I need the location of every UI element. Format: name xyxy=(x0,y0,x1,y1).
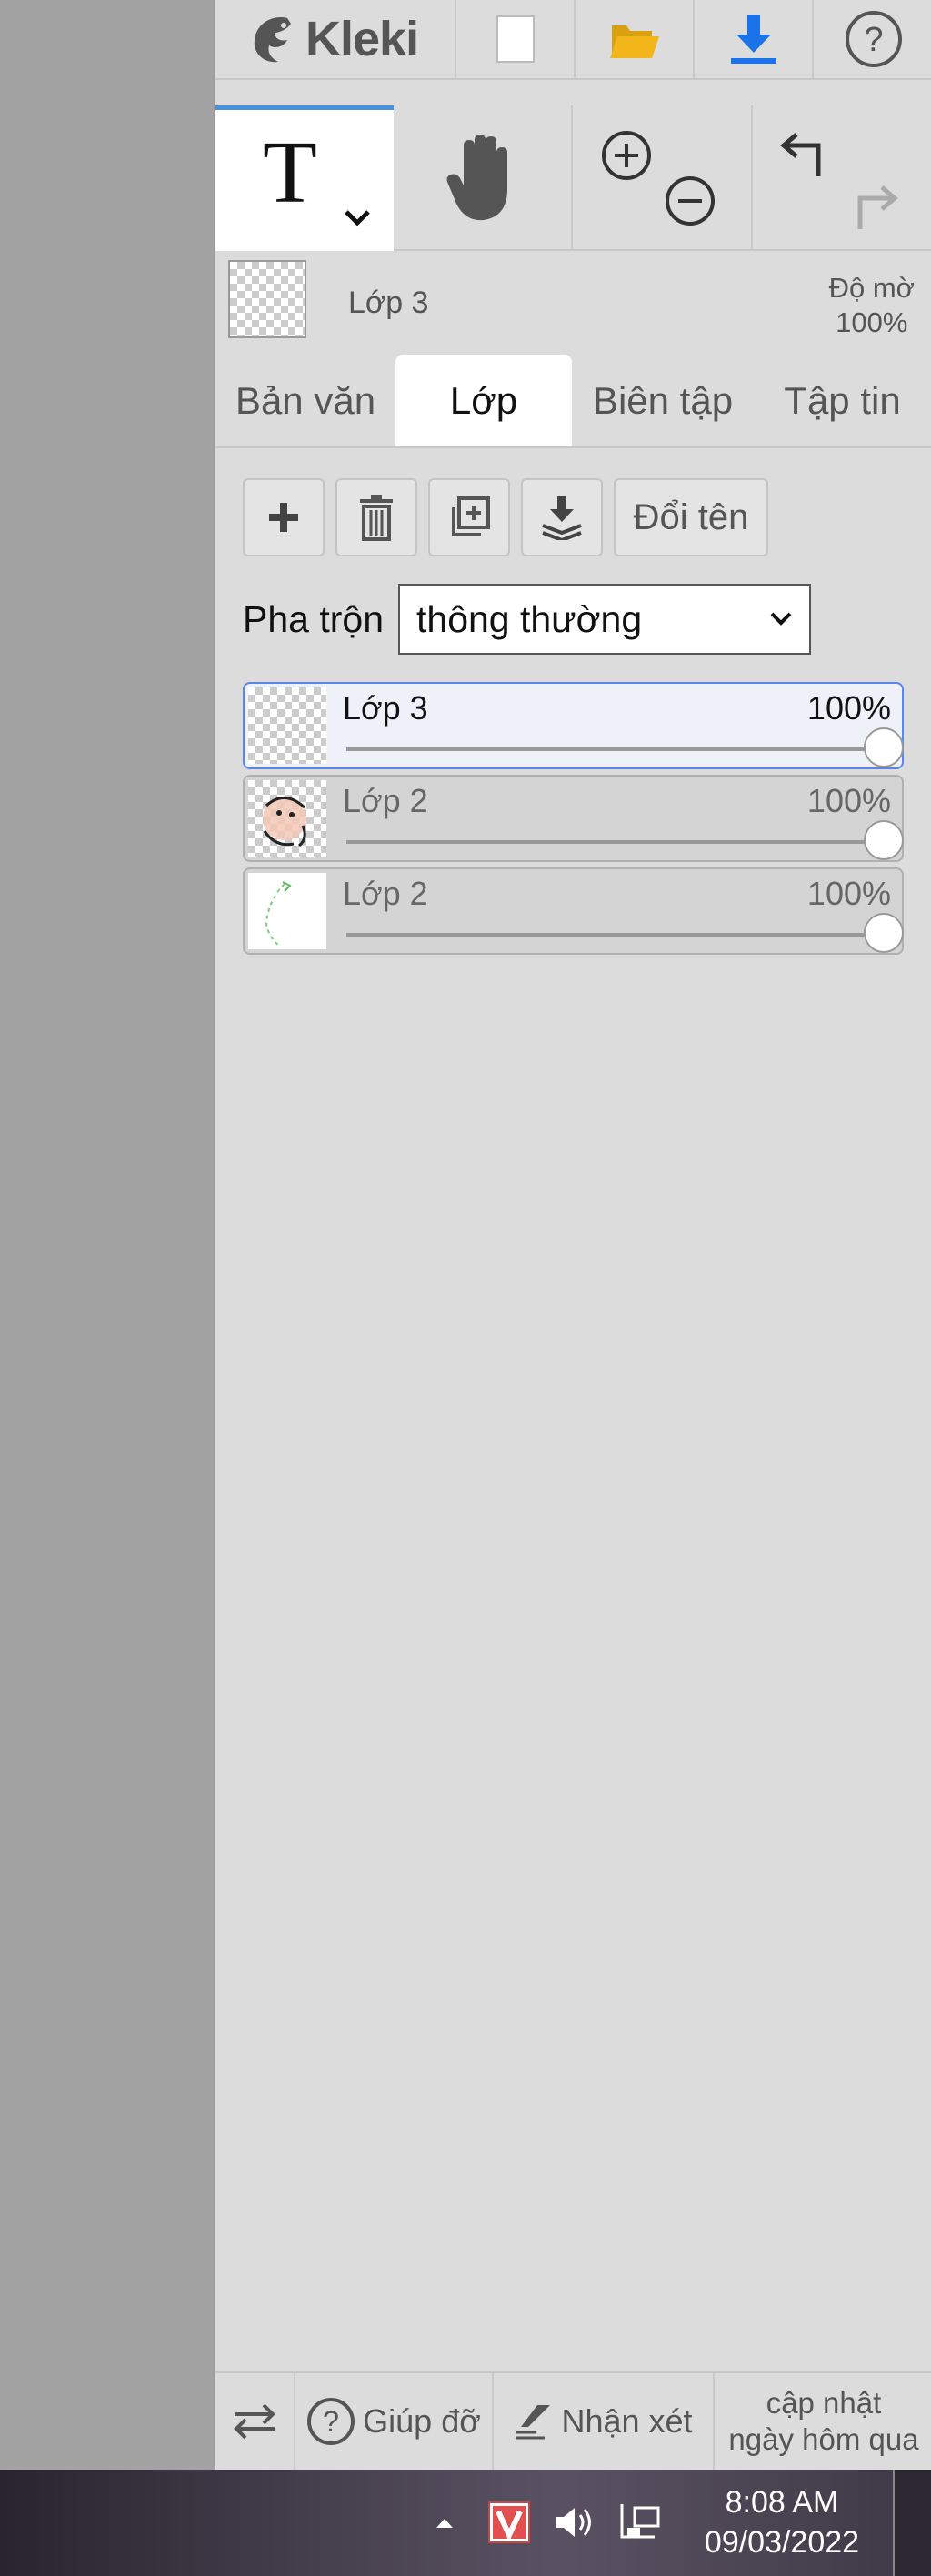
help-link[interactable]: ? Giúp đỡ xyxy=(295,2373,494,2470)
layer-opacity: 100% xyxy=(806,875,891,912)
clock-date: 09/03/2022 xyxy=(704,2525,860,2560)
layer-thumbnail xyxy=(248,687,326,764)
slider-knob[interactable] xyxy=(864,727,904,767)
slider-knob[interactable] xyxy=(864,820,904,860)
drawing-canvas[interactable] xyxy=(0,0,214,2470)
clock-time: 8:08 AM xyxy=(725,2485,839,2520)
chevron-down-icon[interactable] xyxy=(343,208,372,228)
current-layer-name: Lớp 3 xyxy=(348,286,429,320)
feedback-label: Nhận xét xyxy=(561,2402,693,2440)
undo-redo-controls xyxy=(753,105,931,251)
help-button[interactable]: ? xyxy=(814,0,931,79)
plus-icon xyxy=(269,503,298,532)
layer-preview-image xyxy=(263,797,306,847)
undo-icon[interactable] xyxy=(776,127,831,182)
layer-opacity-slider[interactable] xyxy=(346,913,904,953)
slider-knob[interactable] xyxy=(864,913,904,953)
layer-thumbnail xyxy=(248,780,326,857)
hand-tool-button[interactable] xyxy=(394,105,573,251)
vivaldi-tray-icon[interactable] xyxy=(487,2501,531,2544)
current-layer-opacity: Độ mờ 100% xyxy=(829,271,915,340)
feedback-link[interactable]: Nhận xét xyxy=(494,2373,715,2470)
blend-mode-value: thông thường xyxy=(416,597,643,640)
merge-down-icon xyxy=(542,496,582,540)
opacity-value: 100% xyxy=(836,306,908,338)
side-panel: Kleki ? T Lớp 3 Độ mờ 100% Bản văn Lớp B… xyxy=(214,0,931,2470)
help-label: Giúp đỡ xyxy=(363,2402,481,2440)
tab-file[interactable]: Tập tin xyxy=(754,355,931,446)
panel-tabs: Bản văn Lớp Biên tập Tập tin xyxy=(215,355,931,448)
layer-name: Lớp 3 xyxy=(343,689,428,727)
add-layer-button[interactable] xyxy=(243,478,325,556)
hand-icon xyxy=(446,135,507,221)
redo-icon[interactable] xyxy=(847,180,902,235)
layer-item[interactable]: Lớp 3 100% xyxy=(243,682,904,769)
tab-layers[interactable]: Lớp xyxy=(395,355,572,446)
layer-preview-image xyxy=(265,881,292,947)
os-taskbar: 8:08 AM 09/03/2022 xyxy=(0,2470,931,2576)
rename-layer-button[interactable]: Đổi tên xyxy=(614,478,768,556)
layer-opacity: 100% xyxy=(806,689,891,727)
bottom-bar: ? Giúp đỡ Nhận xét cập nhật ngày hôm qua xyxy=(215,2371,931,2470)
new-file-button[interactable] xyxy=(456,0,576,79)
network-icon[interactable] xyxy=(618,2501,662,2544)
text-tool-button[interactable]: T xyxy=(215,105,394,251)
duplicate-icon xyxy=(452,496,490,536)
blend-mode-label: Pha trộn xyxy=(243,597,384,640)
current-layer-indicator: Lớp 3 Độ mờ 100% xyxy=(215,251,931,353)
feedback-pen-icon xyxy=(516,2405,551,2440)
layer-opacity-slider[interactable] xyxy=(346,727,904,767)
duplicate-layer-button[interactable] xyxy=(428,478,510,556)
zoom-in-icon[interactable] xyxy=(600,129,653,182)
blend-mode-select[interactable]: thông thường xyxy=(398,584,811,655)
svg-text:?: ? xyxy=(864,21,883,59)
delete-layer-button[interactable] xyxy=(335,478,417,556)
new-file-icon xyxy=(496,15,535,63)
swap-side-button[interactable] xyxy=(215,2373,295,2470)
layer-opacity-slider[interactable] xyxy=(346,820,904,860)
layer-actions: Đổi tên xyxy=(243,478,768,556)
help-icon: ? xyxy=(307,2398,355,2445)
svg-text:?: ? xyxy=(323,2405,339,2438)
kleki-bird-icon xyxy=(254,17,291,63)
logo-text: Kleki xyxy=(305,12,419,66)
layer-name: Lớp 2 xyxy=(343,875,428,912)
zoom-out-icon[interactable] xyxy=(664,175,716,227)
tool-row: T xyxy=(215,105,931,251)
open-folder-icon xyxy=(609,25,659,58)
download-icon xyxy=(730,15,776,64)
layer-name: Lớp 2 xyxy=(343,782,428,819)
tab-text[interactable]: Bản văn xyxy=(215,355,395,446)
merge-layer-button[interactable] xyxy=(521,478,603,556)
opacity-label: Độ mờ xyxy=(828,272,915,304)
swap-arrows-icon xyxy=(234,2403,275,2440)
zoom-controls xyxy=(573,105,753,251)
update-line2: ngày hôm qua xyxy=(728,2422,919,2456)
download-button[interactable] xyxy=(695,0,814,79)
layer-item[interactable]: Lớp 2 100% xyxy=(243,867,904,955)
layer-item[interactable]: Lớp 2 100% xyxy=(243,775,904,862)
help-icon: ? xyxy=(845,11,902,67)
update-line1: cập nhật xyxy=(766,2386,882,2420)
volume-icon[interactable] xyxy=(553,2502,595,2542)
layer-opacity: 100% xyxy=(806,782,891,819)
show-desktop-button[interactable] xyxy=(893,2470,931,2576)
layer-thumbnail xyxy=(248,873,326,949)
kleki-logo[interactable]: Kleki xyxy=(215,0,456,79)
text-tool-icon: T xyxy=(263,124,317,222)
open-file-button[interactable] xyxy=(576,0,695,79)
tab-edit[interactable]: Biên tập xyxy=(572,355,754,446)
top-bar: Kleki ? xyxy=(215,0,931,80)
taskbar-clock[interactable]: 8:08 AM 09/03/2022 xyxy=(691,2482,873,2562)
update-info[interactable]: cập nhật ngày hôm qua xyxy=(715,2373,931,2470)
blend-mode-row: Pha trộn thông thường xyxy=(243,584,811,655)
chevron-down-icon xyxy=(770,612,792,626)
current-layer-thumbnail xyxy=(228,260,306,338)
tray-expand-icon[interactable] xyxy=(435,2515,455,2530)
trash-icon xyxy=(360,495,393,541)
